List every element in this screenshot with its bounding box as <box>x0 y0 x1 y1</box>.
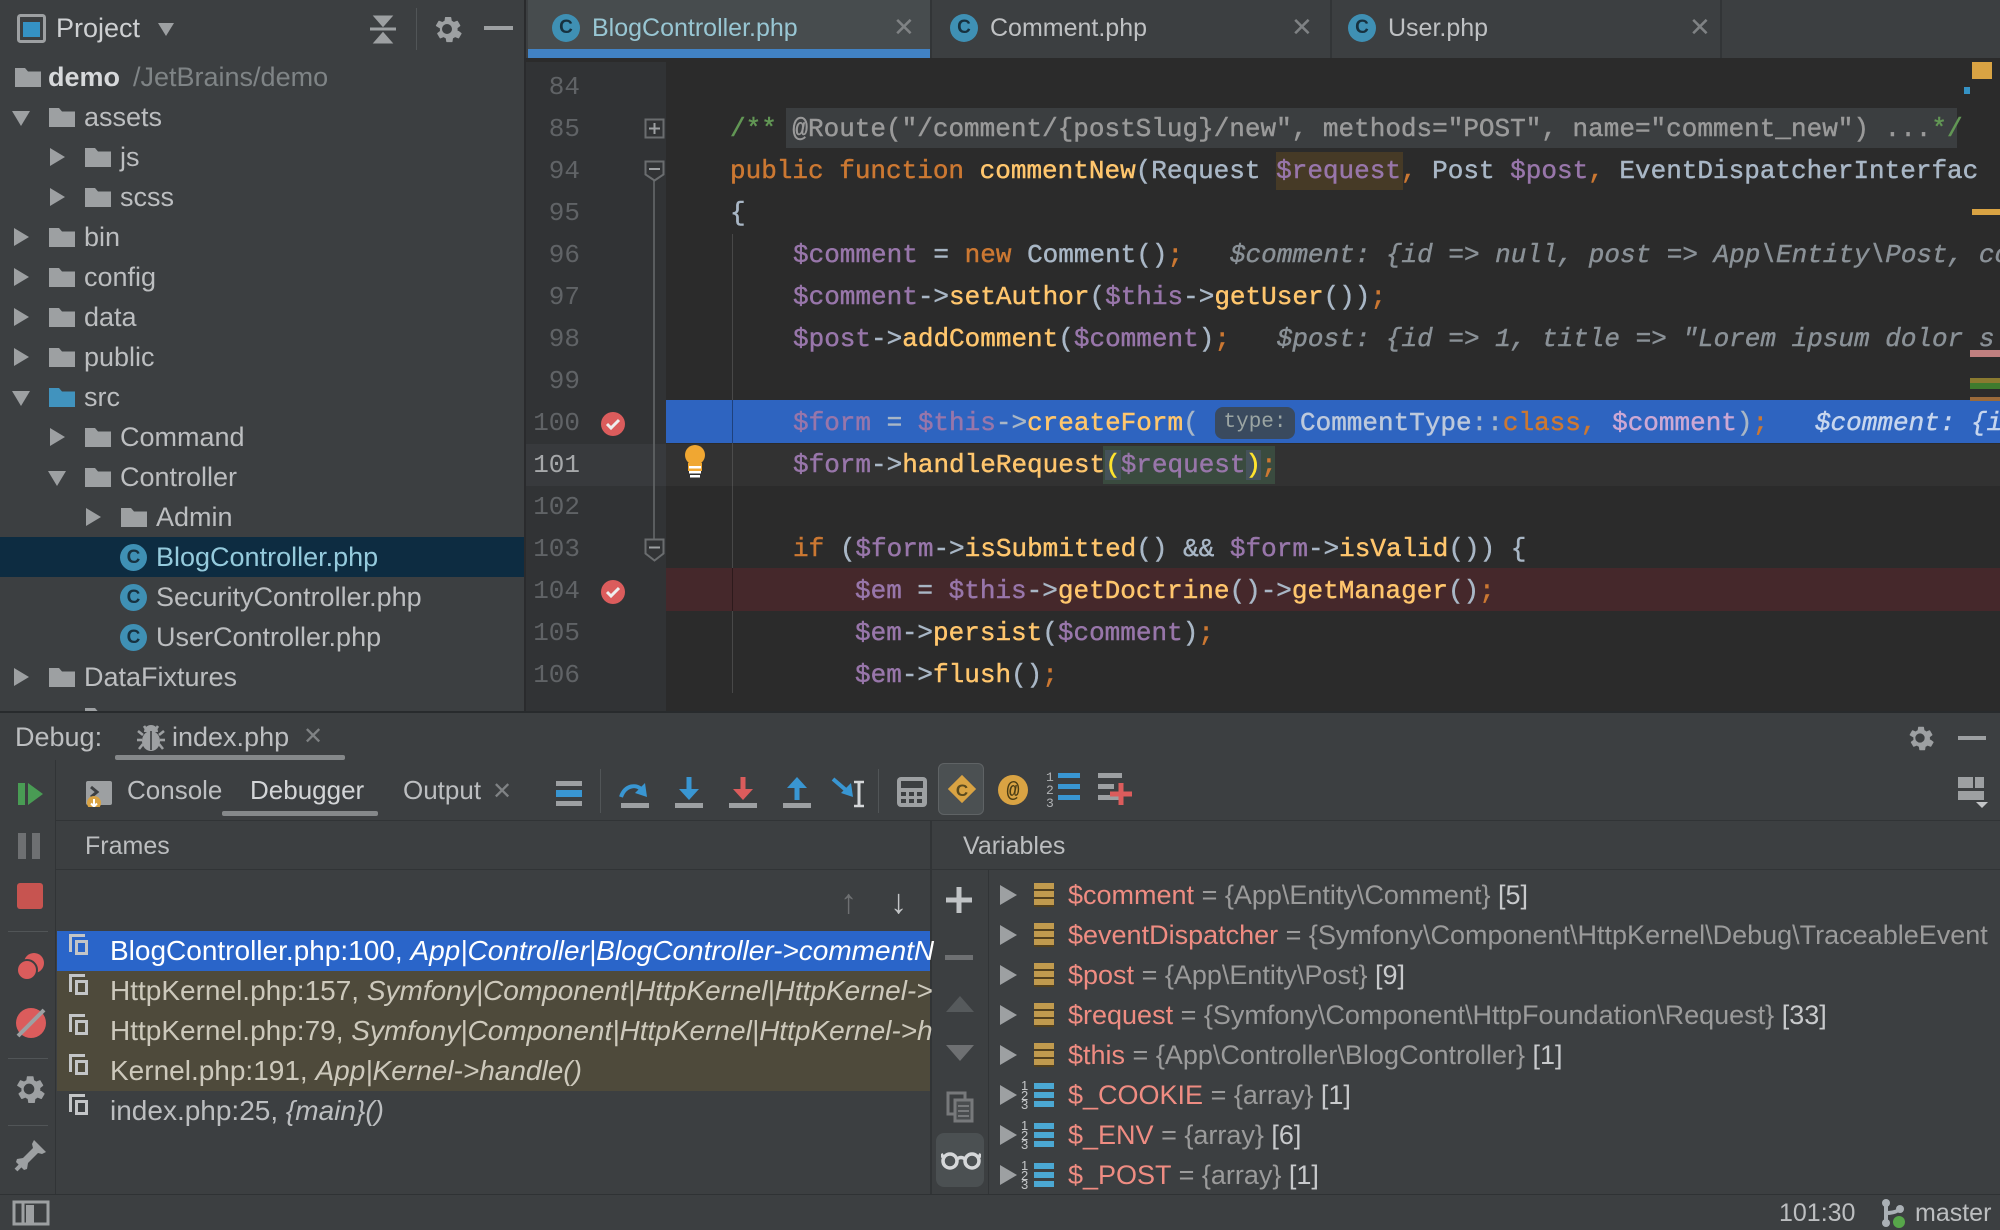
svg-text:@: @ <box>1006 779 1019 804</box>
svg-text:C: C <box>956 781 968 800</box>
